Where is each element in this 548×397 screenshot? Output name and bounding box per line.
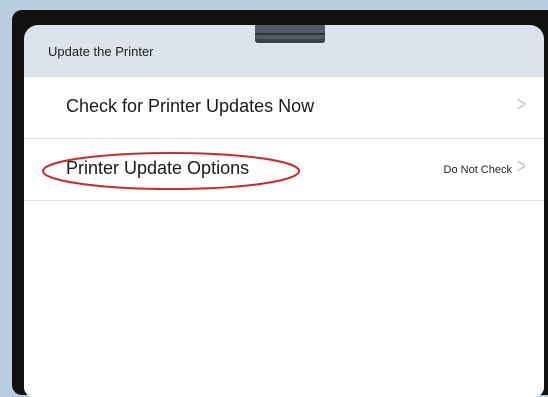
printer-screen: Update the Printer Check for Printer Upd… (24, 25, 544, 397)
printer-device-frame: Update the Printer Check for Printer Upd… (12, 10, 548, 397)
settings-list: Check for Printer Updates Now > Printer … (24, 77, 544, 397)
chevron-right-icon: > (516, 156, 526, 179)
printer-update-options-value: Do Not Check (443, 164, 512, 176)
screen-handle (255, 25, 325, 43)
printer-update-options-label: Printer Update Options (66, 158, 250, 178)
printer-update-options-row[interactable]: Printer Update Options Do Not Check > (24, 139, 544, 201)
screen-title: Update the Printer (48, 44, 154, 59)
check-for-updates-label: Check for Printer Updates Now (66, 96, 315, 116)
chevron-right-icon: > (516, 94, 526, 117)
check-for-updates-row[interactable]: Check for Printer Updates Now > (24, 77, 544, 139)
